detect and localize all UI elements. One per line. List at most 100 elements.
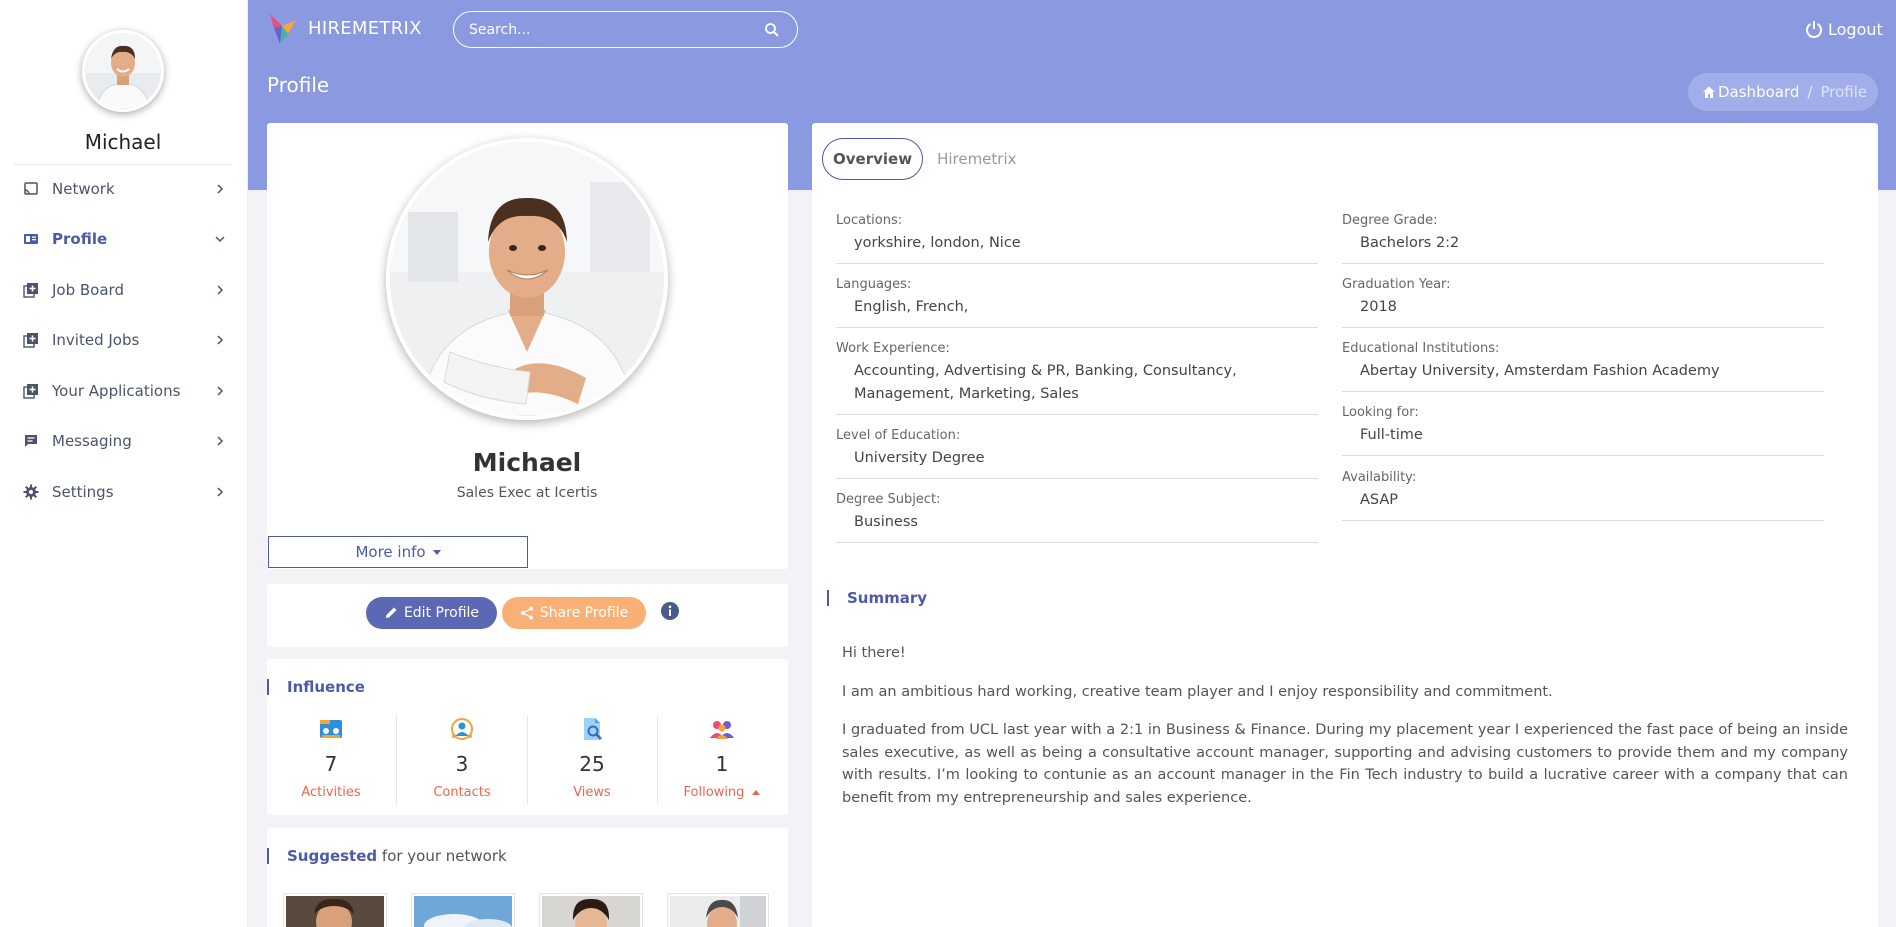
field-looking-for: Looking for: Full-time bbox=[1342, 405, 1824, 456]
sidebar-item-label: Network bbox=[52, 180, 115, 198]
field-value: ASAP bbox=[1360, 492, 1399, 508]
stat-label-activities[interactable]: Activities bbox=[266, 785, 396, 800]
section-accent-bar bbox=[827, 590, 829, 606]
field-availability: Availability: ASAP bbox=[1342, 470, 1824, 521]
field-label: Degree Grade: bbox=[1342, 213, 1438, 228]
sidebar-item-label: Your Applications bbox=[52, 382, 181, 400]
cast-icon bbox=[22, 180, 40, 198]
tab-hiremetrix[interactable]: Hiremetrix bbox=[937, 150, 1016, 168]
sidebar-avatar[interactable] bbox=[82, 30, 164, 112]
sidebar-item-label: Profile bbox=[52, 230, 108, 248]
share-icon bbox=[520, 606, 533, 620]
library-add-icon bbox=[22, 331, 40, 349]
more-info-label: More info bbox=[355, 543, 426, 561]
chevron-right-icon bbox=[212, 181, 228, 197]
sidebar-item-invited-jobs[interactable]: Invited Jobs bbox=[14, 322, 232, 358]
chat-icon bbox=[22, 432, 40, 450]
chevron-down-icon bbox=[212, 231, 228, 247]
suggested-title-bold: Suggested bbox=[287, 847, 378, 865]
suggested-profile-thumb[interactable] bbox=[667, 893, 769, 927]
search-icon[interactable] bbox=[764, 22, 780, 38]
field-languages: Languages: English, French, bbox=[836, 277, 1318, 328]
stat-label: Activities bbox=[301, 785, 361, 800]
suggested-title: Suggested for your network bbox=[287, 847, 507, 865]
stat-label-contacts[interactable]: Contacts bbox=[397, 785, 527, 800]
field-value: Accounting, Advertising & PR, Banking, C… bbox=[854, 363, 1237, 402]
field-value: Abertay University, Amsterdam Fashion Ac… bbox=[1360, 363, 1720, 379]
field-graduation-year: Graduation Year: 2018 bbox=[1342, 277, 1824, 328]
sidebar-item-label: Job Board bbox=[52, 281, 124, 299]
field-label: Locations: bbox=[836, 213, 903, 228]
contacts-icon bbox=[449, 716, 475, 742]
field-educational-institutions: Educational Institutions: Abertay Univer… bbox=[1342, 341, 1824, 392]
stat-value: 3 bbox=[455, 752, 469, 776]
share-profile-button[interactable]: Share Profile bbox=[502, 597, 646, 629]
sidebar-divider bbox=[14, 164, 232, 165]
stat-label-following[interactable]: Following bbox=[657, 785, 787, 800]
field-value: University Degree bbox=[854, 450, 985, 466]
sidebar-item-label: Settings bbox=[52, 483, 114, 501]
logout-label: Logout bbox=[1828, 19, 1883, 39]
field-locations: Locations: yorkshire, london, Nice bbox=[836, 213, 1318, 264]
following-icon bbox=[709, 716, 735, 742]
profile-headline: Sales Exec at Icertis bbox=[456, 485, 598, 501]
suggested-profile-thumb[interactable] bbox=[539, 893, 643, 927]
summary-paragraph: Hi there! bbox=[842, 645, 906, 661]
sidebar-item-network[interactable]: Network bbox=[14, 171, 232, 207]
suggested-profile-thumb[interactable] bbox=[411, 893, 515, 927]
page-title: Profile bbox=[267, 73, 330, 97]
field-label: Availability: bbox=[1342, 470, 1417, 485]
tab-overview[interactable]: Overview bbox=[822, 138, 924, 180]
suggested-title-rest: for your network bbox=[377, 847, 507, 865]
logout-button[interactable]: Logout bbox=[1804, 19, 1883, 39]
hiremetrix-logo[interactable] bbox=[268, 12, 298, 46]
power-icon bbox=[1804, 19, 1824, 39]
stat-value: 7 bbox=[324, 752, 338, 776]
influence-title: Influence bbox=[287, 678, 365, 696]
sidebar-item-settings[interactable]: Settings bbox=[14, 474, 232, 510]
breadcrumb: Dashboard / Profile bbox=[1688, 73, 1878, 111]
stat-label-views[interactable]: Views bbox=[527, 785, 657, 800]
section-accent-bar bbox=[267, 679, 269, 695]
field-label: Educational Institutions: bbox=[1342, 341, 1500, 356]
field-label: Looking for: bbox=[1342, 405, 1419, 420]
breadcrumb-separator: / bbox=[1807, 83, 1813, 101]
field-value: Full-time bbox=[1360, 427, 1423, 443]
stat-label: Following bbox=[683, 785, 745, 800]
sidebar: Michael Network Profile Job Board Invite… bbox=[0, 0, 248, 927]
field-label: Work Experience: bbox=[836, 341, 950, 356]
more-info-dropdown[interactable]: More info bbox=[268, 536, 528, 568]
stat-label: Views bbox=[573, 785, 611, 800]
search-input[interactable] bbox=[469, 21, 759, 38]
library-add-icon bbox=[22, 382, 40, 400]
stat-activities: 7 Activities bbox=[266, 716, 396, 800]
sidebar-item-profile[interactable]: Profile bbox=[14, 221, 232, 257]
search-box[interactable] bbox=[453, 11, 798, 48]
sidebar-item-messaging[interactable]: Messaging bbox=[14, 423, 232, 459]
suggested-profile-thumb[interactable] bbox=[283, 893, 387, 927]
sidebar-item-label: Messaging bbox=[52, 432, 132, 450]
info-icon[interactable] bbox=[660, 601, 680, 621]
field-degree-subject: Degree Subject: Business bbox=[836, 492, 1318, 543]
sidebar-item-job-board[interactable]: Job Board bbox=[14, 272, 232, 308]
breadcrumb-dashboard-link[interactable]: Dashboard bbox=[1718, 83, 1799, 101]
views-icon bbox=[579, 716, 605, 742]
section-accent-bar bbox=[267, 848, 269, 864]
stat-following: 1 Following bbox=[657, 716, 787, 800]
stat-contacts: 3 Contacts bbox=[397, 716, 527, 800]
chevron-right-icon bbox=[212, 332, 228, 348]
field-value: Bachelors 2:2 bbox=[1360, 235, 1460, 251]
profile-tabs: Overview Hiremetrix bbox=[822, 138, 1017, 180]
profile-photo bbox=[386, 138, 668, 420]
field-label: Languages: bbox=[836, 277, 912, 292]
sidebar-item-your-applications[interactable]: Your Applications bbox=[14, 373, 232, 409]
field-label: Level of Education: bbox=[836, 428, 961, 443]
chevron-right-icon bbox=[212, 383, 228, 399]
field-level-of-education: Level of Education: University Degree bbox=[836, 428, 1318, 479]
field-value: yorkshire, london, Nice bbox=[854, 235, 1021, 251]
edit-profile-button[interactable]: Edit Profile bbox=[366, 597, 497, 629]
activities-icon bbox=[318, 716, 344, 742]
field-value: Business bbox=[854, 514, 918, 530]
gear-icon bbox=[22, 483, 40, 501]
stat-value: 25 bbox=[579, 752, 605, 776]
